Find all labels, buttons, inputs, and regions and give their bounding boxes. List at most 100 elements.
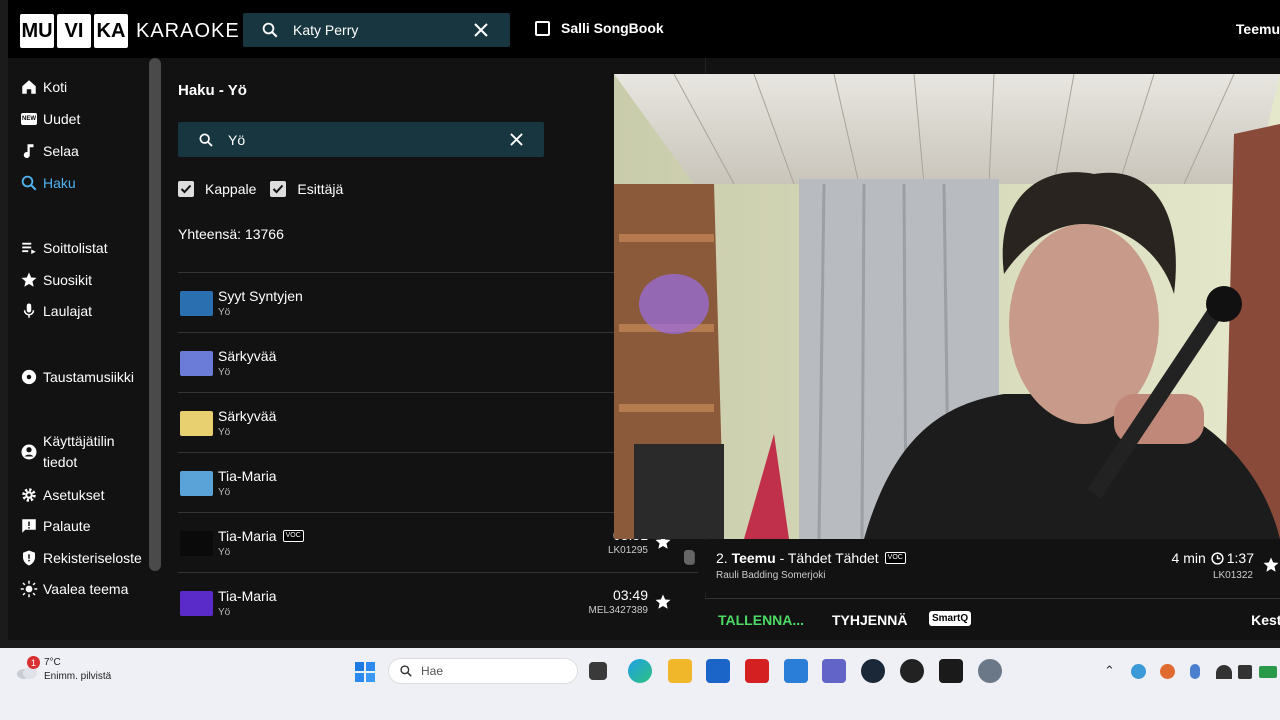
song-title-text: Tia-Maria	[218, 588, 277, 604]
sun-icon	[20, 580, 38, 598]
top-search-input[interactable]	[293, 22, 463, 38]
queue-song: - Tähdet Tähdet	[779, 550, 879, 566]
gear-icon	[20, 486, 38, 504]
queue-actions: TALLENNA... TYHJENNÄ SmartQ Kesto	[705, 598, 1280, 640]
sidebar-item-asetukset[interactable]: Asetukset	[20, 486, 104, 504]
duration-button[interactable]: Kesto	[1251, 612, 1280, 628]
music-note-icon	[20, 142, 38, 160]
settings-gear-icon[interactable]	[978, 659, 1002, 683]
sidebar-item-kayttajatili[interactable]: Käyttäjätilin tiedot	[20, 431, 115, 473]
windows-start-icon[interactable]	[355, 662, 375, 682]
muvika-logo[interactable]: MU VI KA KARAOKE	[20, 14, 240, 48]
task-view-icon[interactable]	[589, 662, 607, 680]
sidebar-scrollbar[interactable]	[149, 58, 161, 571]
steam-icon[interactable]	[861, 659, 885, 683]
sidebar-item-selaa[interactable]: Selaa	[20, 142, 79, 160]
user-menu[interactable]: Teemu	[1236, 21, 1280, 37]
search-icon	[199, 132, 213, 147]
star-icon[interactable]	[1262, 556, 1280, 574]
clock-icon	[1211, 551, 1224, 565]
queue-duration: 1:37	[1226, 550, 1254, 566]
sidebar-item-label: Vaalea teema	[43, 581, 129, 597]
sidebar-item-koti[interactable]: Koti	[20, 78, 67, 96]
obs-icon[interactable]	[900, 659, 924, 683]
queue-singer: Teemu	[731, 550, 776, 566]
playlist-icon	[20, 239, 38, 257]
queue-code: LK01322	[1212, 570, 1253, 581]
teams-icon[interactable]	[822, 659, 846, 683]
app-l-icon[interactable]	[745, 659, 769, 683]
volume-icon[interactable]	[1238, 665, 1252, 679]
song-title-text: Särkyvää	[218, 348, 277, 364]
edge-browser-icon[interactable]	[628, 659, 652, 683]
top-search-box	[243, 13, 510, 47]
weather-temp: 7°C	[44, 657, 61, 668]
queue-scrollbar[interactable]	[684, 550, 694, 564]
songbook-label: Salli SongBook	[561, 20, 664, 36]
sidebar-item-haku[interactable]: Haku	[20, 174, 76, 192]
song-title: Särkyvää	[218, 408, 276, 424]
outlook-icon[interactable]	[784, 659, 808, 683]
sidebar-item-palaute[interactable]: Palaute	[20, 517, 90, 535]
sidebar-item-taustamusiikki[interactable]: Taustamusiikki	[20, 368, 134, 386]
cloud-icon: 1	[16, 656, 40, 682]
save-button[interactable]: TALLENNA...	[718, 612, 804, 628]
song-row[interactable]: Tia-Maria Yö 03:49 MEL3427389	[178, 572, 698, 632]
sidebar-item-soittolistat[interactable]: Soittolistat	[20, 239, 108, 257]
weather-badge: 1	[27, 656, 40, 669]
sidebar-item-label: Haku	[43, 175, 76, 191]
songbook-checkbox[interactable]	[535, 20, 550, 36]
clear-button[interactable]: TYHJENNÄ	[832, 612, 907, 628]
shield-icon	[20, 549, 38, 567]
search-filters: Kappale Esittäjä	[178, 181, 343, 197]
sidebar-item-uudet[interactable]: NEW Uudet	[20, 110, 80, 128]
song-title: Tia-Maria	[218, 468, 277, 484]
taskbar-search[interactable]: Hae	[388, 658, 578, 684]
star-icon	[20, 271, 38, 289]
filter-kappale-checkbox[interactable]	[178, 181, 194, 197]
queue-artist: Rauli Badding Somerjoki	[716, 570, 826, 581]
sidebar-item-rekisteriseloste[interactable]: Rekisteriseloste	[20, 549, 142, 567]
song-artist: Yö	[218, 607, 231, 618]
sidebar-item-laulajat[interactable]: Laulajat	[20, 302, 92, 320]
filter-esittaja-checkbox[interactable]	[270, 181, 287, 197]
sidebar-item-label: Taustamusiikki	[43, 369, 135, 385]
weather-desc: Enimm. pilvistä	[44, 671, 112, 682]
epic-games-icon[interactable]	[939, 659, 963, 683]
sidebar-item-suosikit[interactable]: Suosikit	[20, 271, 92, 289]
smartq-button[interactable]: SmartQ	[929, 611, 972, 626]
song-code: MEL3427389	[588, 605, 649, 616]
song-code: LK01295	[607, 545, 648, 556]
chevron-up-icon[interactable]: ⌃	[1104, 663, 1115, 679]
logo-letter-box: KA	[94, 14, 128, 48]
song-artist: Yö	[218, 307, 231, 318]
battery-icon[interactable]	[1259, 666, 1277, 678]
sidebar-item-label: tiedot	[43, 454, 78, 470]
file-explorer-icon[interactable]	[668, 659, 692, 683]
queue-current-item[interactable]: 2. Teemu - Tähdet Tähdet VOC Rauli Baddi…	[705, 540, 1280, 592]
wifi-icon[interactable]	[1216, 665, 1232, 679]
song-title: Syyt Syntyjen	[218, 288, 303, 304]
sidebar-item-label: Koti	[43, 79, 68, 95]
page-title: Haku - Yö	[178, 82, 247, 99]
new-icon: NEW	[20, 110, 38, 128]
star-icon[interactable]	[654, 593, 672, 611]
close-icon[interactable]	[474, 23, 488, 37]
song-artist: Yö	[218, 367, 231, 378]
queue-title: 2. Teemu - Tähdet Tähdet VOC	[716, 550, 906, 566]
results-search-box	[178, 122, 544, 157]
store-icon[interactable]	[706, 659, 730, 683]
tray-app-icon[interactable]	[1160, 664, 1175, 679]
filter-kappale-label: Kappale	[205, 181, 257, 197]
sidebar-item-label: Käyttäjätilin	[43, 433, 115, 449]
queue-time: 4 min 1:37	[1172, 550, 1254, 566]
microphone-icon[interactable]	[1190, 664, 1200, 679]
results-search-input[interactable]	[228, 131, 478, 148]
close-icon[interactable]	[510, 133, 523, 146]
song-title-text: Särkyvää	[218, 408, 277, 424]
logo-text: KARAOKE	[136, 19, 240, 42]
tray-onedrive-icon[interactable]	[1131, 664, 1146, 679]
songbook-toggle[interactable]: Salli SongBook	[535, 20, 664, 36]
sidebar-item-vaalea-teema[interactable]: Vaalea teema	[20, 580, 128, 598]
weather-widget[interactable]: 1 7°C Enimm. pilvistä	[16, 656, 111, 684]
